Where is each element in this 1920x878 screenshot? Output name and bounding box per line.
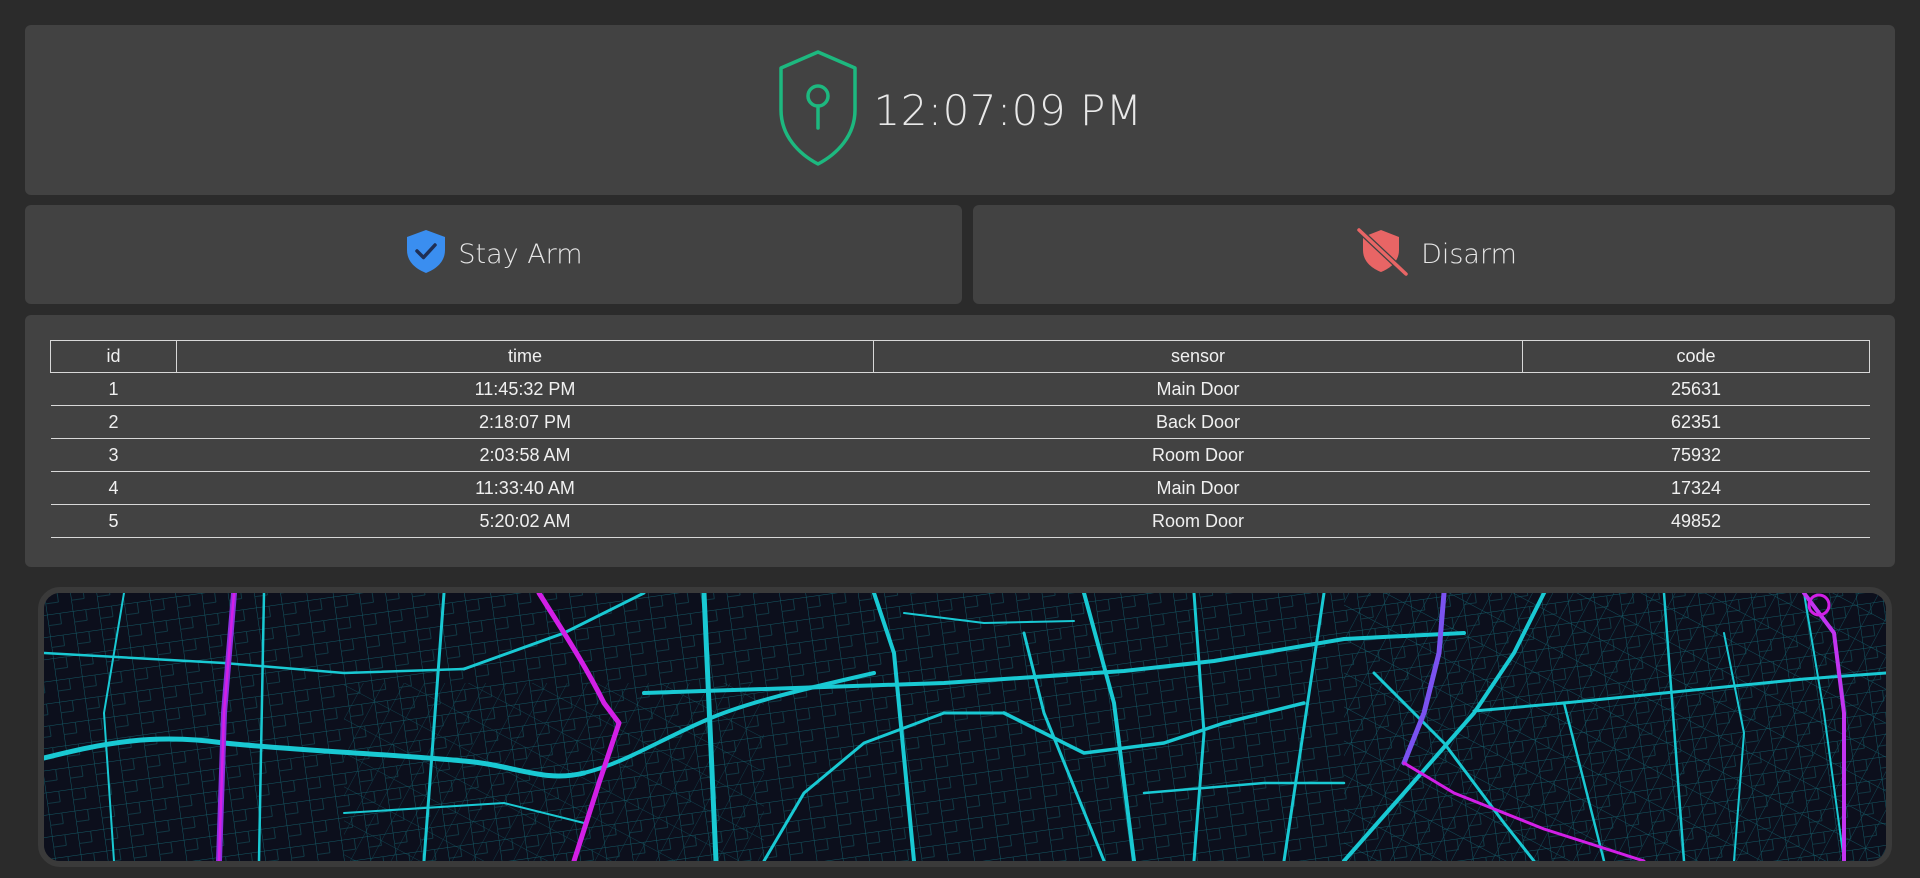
cell-time: 2:18:07 PM	[176, 405, 874, 439]
clock-time: 12:07:09 PM	[873, 85, 1143, 135]
cell-id: 1	[50, 372, 177, 406]
column-header-id[interactable]: id	[50, 340, 177, 373]
table-row: 3 2:03:58 AM Room Door 75932	[50, 438, 1870, 472]
disarm-button[interactable]: Disarm	[973, 205, 1895, 304]
stay-arm-button[interactable]: Stay Arm	[25, 205, 962, 304]
cell-code: 49852	[1522, 504, 1870, 538]
cell-id: 4	[50, 471, 177, 505]
column-header-code[interactable]: code	[1522, 340, 1870, 373]
clock-display: 12:07:09 PM	[25, 25, 1895, 195]
disarm-label: Disarm	[1421, 239, 1517, 270]
cell-sensor: Room Door	[873, 438, 1523, 472]
cell-time: 2:03:58 AM	[176, 438, 874, 472]
column-header-time[interactable]: time	[176, 340, 874, 373]
shield-pin-icon	[777, 48, 859, 172]
cell-code: 25631	[1522, 372, 1870, 406]
cell-time: 5:20:02 AM	[176, 504, 874, 538]
column-header-sensor[interactable]: sensor	[873, 340, 1523, 373]
table-header-row: id time sensor code	[50, 340, 1870, 373]
cell-sensor: Room Door	[873, 504, 1523, 538]
cell-id: 5	[50, 504, 177, 538]
table-row: 5 5:20:02 AM Room Door 49852	[50, 504, 1870, 538]
cell-sensor: Back Door	[873, 405, 1523, 439]
table-row: 4 11:33:40 AM Main Door 17324	[50, 471, 1870, 505]
shield-off-icon	[1351, 226, 1411, 283]
cell-time: 11:33:40 AM	[176, 471, 874, 505]
table-row: 2 2:18:07 PM Back Door 62351	[50, 405, 1870, 439]
shield-check-icon	[404, 228, 448, 281]
cell-sensor: Main Door	[873, 471, 1523, 505]
cell-id: 3	[50, 438, 177, 472]
stay-arm-label: Stay Arm	[458, 239, 583, 270]
cell-code: 75932	[1522, 438, 1870, 472]
table-row: 1 11:45:32 PM Main Door 25631	[50, 372, 1870, 406]
cell-code: 62351	[1522, 405, 1870, 439]
cell-code: 17324	[1522, 471, 1870, 505]
cell-sensor: Main Door	[873, 372, 1523, 406]
event-log-panel: id time sensor code 1 11:45:32 PM Main D…	[25, 315, 1895, 567]
cell-time: 11:45:32 PM	[176, 372, 874, 406]
street-map[interactable]	[38, 587, 1892, 867]
clock-panel: 12:07:09 PM	[25, 25, 1895, 195]
cell-id: 2	[50, 405, 177, 439]
event-log-table: id time sensor code 1 11:45:32 PM Main D…	[50, 340, 1870, 538]
street-map-canvas	[44, 593, 1886, 861]
